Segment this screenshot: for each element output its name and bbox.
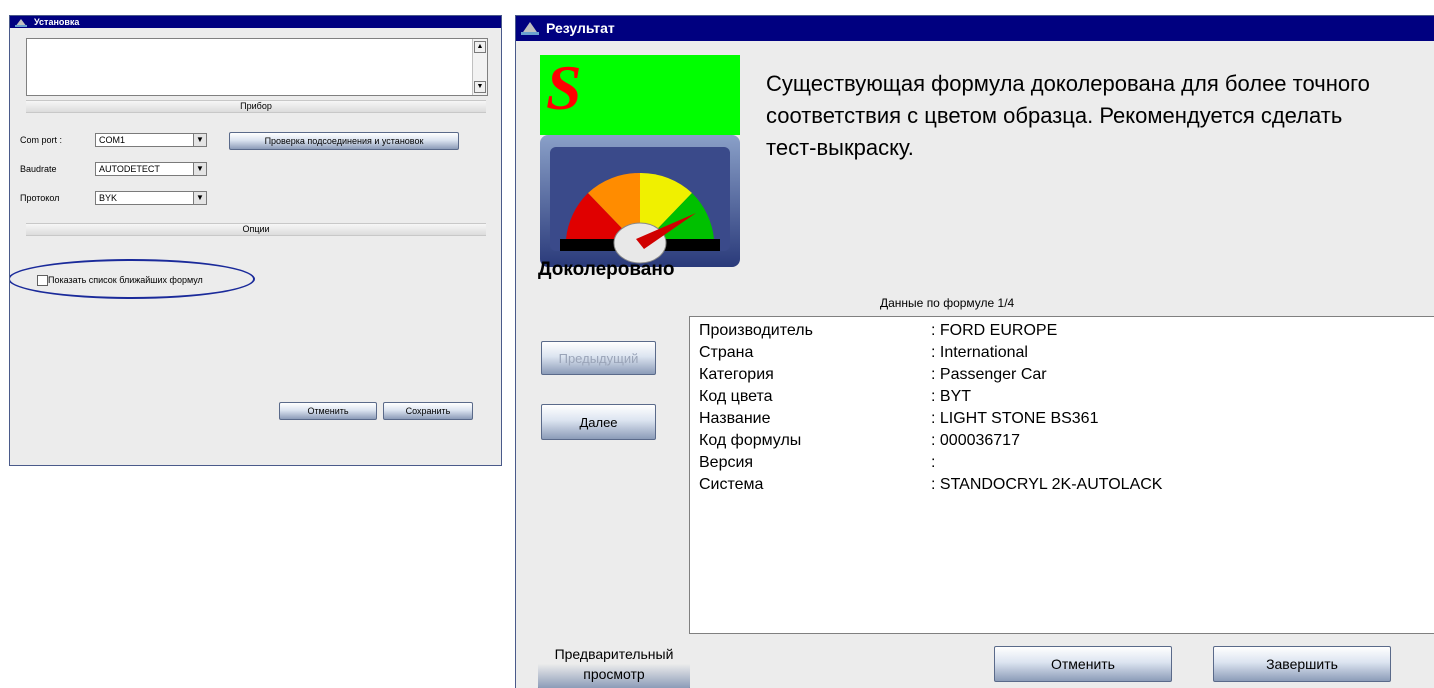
result-message: Существующая формула доколерована для бо…: [766, 71, 1370, 160]
next-button[interactable]: Далее: [541, 404, 656, 440]
detail-key: Система: [699, 476, 764, 493]
gauge-icon: [540, 135, 740, 267]
preview-button[interactable]: Предварительный просмотр: [538, 644, 690, 688]
detail-key: Версия: [699, 454, 754, 471]
detail-value: :: [931, 454, 936, 471]
detail-key: Код формулы: [699, 432, 802, 449]
baudrate-label: Baudrate: [20, 164, 57, 174]
scroll-down-icon[interactable]: ▼: [474, 81, 486, 93]
detail-value: : BYT: [931, 388, 972, 405]
detail-row: Система : STANDOCRYL 2K-AUTOLACK: [699, 474, 1434, 496]
cancel-result-button[interactable]: Отменить: [994, 646, 1172, 682]
protocol-label: Протокол: [20, 193, 60, 203]
section-options: Опции: [26, 223, 486, 236]
detail-key: Производитель: [699, 322, 813, 339]
detail-key: Код цвета: [699, 388, 773, 405]
com-port-select[interactable]: COM1 ▼: [95, 133, 207, 147]
detail-key: Категория: [699, 366, 774, 383]
app-icon: [521, 22, 539, 35]
formula-header: Данные по формуле 1/4: [880, 296, 1015, 310]
result-titlebar: Результат: [516, 16, 1434, 41]
detail-value: : LIGHT STONE BS361: [931, 410, 1099, 427]
checkbox-nearest-formulas-label[interactable]: Показать список ближайших формул: [48, 275, 203, 285]
finish-button[interactable]: Завершить: [1213, 646, 1391, 682]
detail-key: Страна: [699, 344, 754, 361]
cancel-button[interactable]: Отменить: [279, 402, 377, 420]
status-label: Доколеровано: [538, 259, 675, 280]
detail-row: Код формулы : 000036717: [699, 430, 1434, 452]
setup-window: Установка ▲ ▼ Прибор Com port : COM1 ▼ П…: [9, 15, 502, 466]
save-button[interactable]: Сохранить: [383, 402, 473, 420]
detail-row: Категория : Passenger Car: [699, 364, 1434, 386]
detail-row: Производитель : FORD EUROPE: [699, 320, 1434, 342]
app-icon: [15, 19, 27, 27]
result-window: Результат S Существующая формула доколер…: [515, 15, 1434, 688]
detail-row: Версия:: [699, 452, 1434, 474]
scroll-up-icon[interactable]: ▲: [474, 41, 486, 53]
detail-row: Название : LIGHT STONE BS361: [699, 408, 1434, 430]
detail-value: : Passenger Car: [931, 366, 1047, 383]
message-scrollbar[interactable]: ▲ ▼: [472, 39, 487, 95]
detail-key: Название: [699, 410, 771, 427]
detail-value: : 000036717: [931, 432, 1020, 449]
badge-letter: S: [546, 52, 582, 123]
status-badge: S: [540, 52, 740, 267]
baudrate-value: AUTODETECT: [99, 164, 160, 174]
setup-titlebar: Установка: [10, 16, 501, 28]
detail-value: : FORD EUROPE: [931, 322, 1058, 339]
message-box[interactable]: ▲ ▼: [26, 38, 488, 96]
section-device: Прибор: [26, 100, 486, 113]
baudrate-select[interactable]: AUTODETECT ▼: [95, 162, 207, 176]
chevron-down-icon[interactable]: ▼: [193, 192, 206, 204]
result-title: Результат: [546, 20, 615, 36]
preview-button-label: Предварительный просмотр: [554, 646, 674, 682]
checkbox-nearest-formulas[interactable]: [37, 275, 48, 286]
com-port-value: COM1: [99, 135, 126, 145]
formula-details-panel: Производитель : FORD EUROPE Страна : Inter…: [689, 316, 1434, 634]
chevron-down-icon[interactable]: ▼: [193, 163, 206, 175]
protocol-select[interactable]: BYK ▼: [95, 191, 207, 205]
check-connection-button[interactable]: Проверка подсоединения и установок: [229, 132, 459, 150]
protocol-value: BYK: [99, 193, 118, 203]
chevron-down-icon[interactable]: ▼: [193, 134, 206, 146]
setup-title: Установка: [34, 17, 80, 27]
com-port-label: Com port :: [20, 135, 63, 145]
detail-value: : International: [931, 344, 1028, 361]
previous-button[interactable]: Предыдущий: [541, 341, 656, 375]
detail-row: Код цвета : BYT: [699, 386, 1434, 408]
detail-value: : STANDOCRYL 2K-AUTOLACK: [931, 476, 1163, 493]
detail-row: Страна : International: [699, 342, 1434, 364]
